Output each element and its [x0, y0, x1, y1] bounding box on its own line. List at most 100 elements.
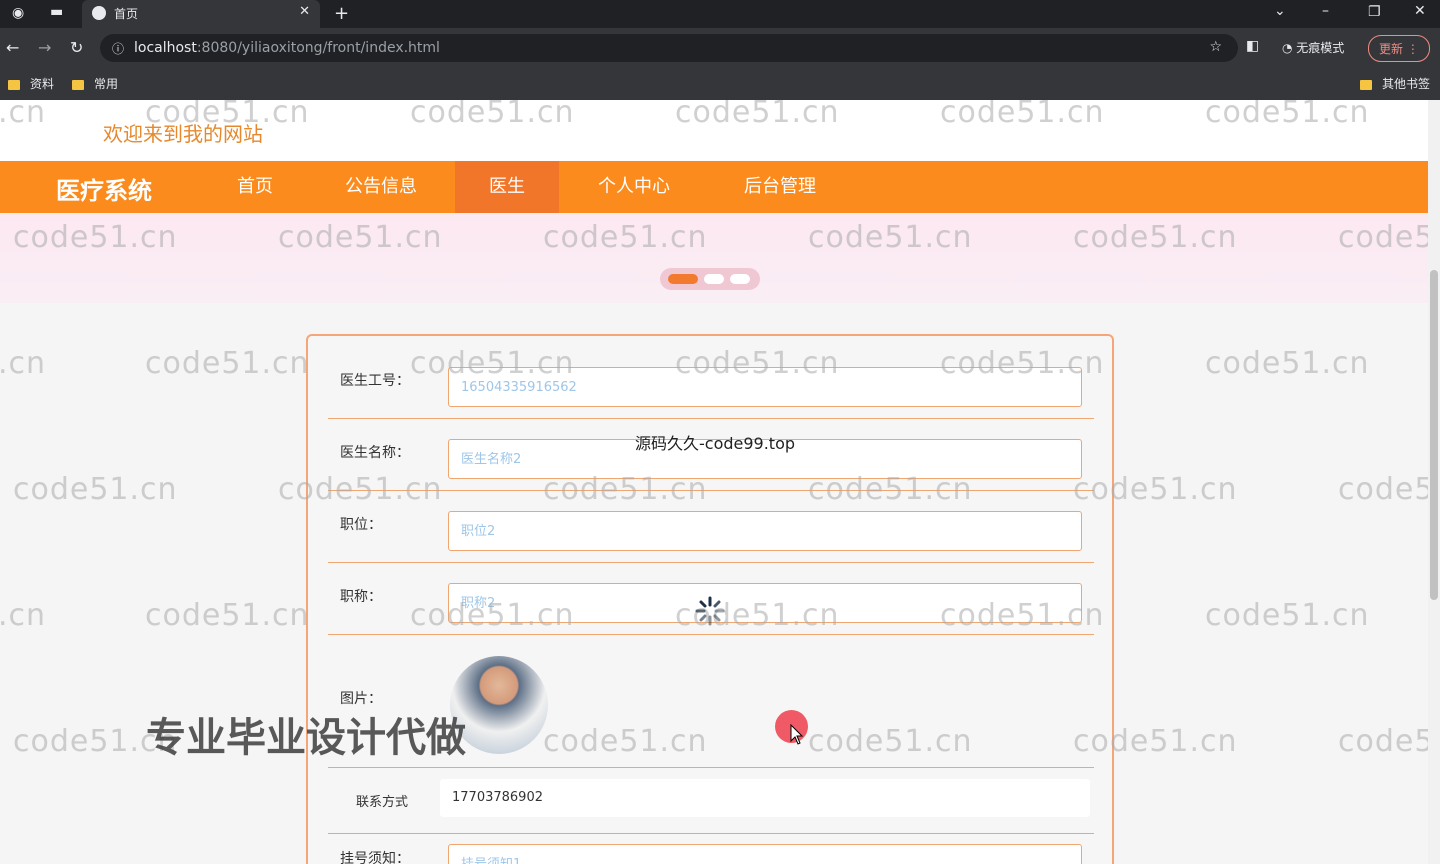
scrollbar-thumb[interactable] — [1430, 270, 1438, 600]
watermark: code51.cn — [808, 724, 973, 759]
divider — [328, 767, 1094, 768]
watermark: code51.cn — [1205, 100, 1370, 130]
field-label-doctor-name: 医生名称： — [340, 445, 410, 461]
nav-item-admin[interactable]: 后台管理 — [709, 161, 851, 213]
watermark: code5 — [1338, 472, 1428, 507]
watermark: code5 — [1338, 724, 1428, 759]
watermark: .cn — [0, 100, 47, 130]
divider — [328, 418, 1094, 419]
watermark: code51.cn — [278, 472, 443, 507]
watermark: code51.cn — [145, 100, 310, 130]
reload-icon[interactable]: ↻ — [70, 38, 83, 57]
field-label-title: 职称： — [340, 589, 382, 605]
update-button[interactable]: 更新 ⋮ — [1368, 35, 1430, 62]
globe-icon[interactable]: ◉ — [12, 5, 24, 21]
tab-title: 首页 — [114, 7, 139, 21]
contact-field[interactable]: 17703786902 — [440, 779, 1090, 817]
watermark: code51.cn — [675, 346, 840, 381]
watermark: code51.cn — [410, 346, 575, 381]
watermark: code51.cn — [1073, 220, 1238, 255]
watermark: code51.cn — [543, 472, 708, 507]
mouse-cursor-icon — [790, 724, 804, 745]
update-label: 更新 — [1379, 42, 1404, 56]
carousel-dot[interactable] — [704, 274, 724, 284]
promo-watermark-text: 专业毕业设计代做 — [146, 715, 466, 761]
watermark: code51.cn — [278, 220, 443, 255]
watermark: code51.cn — [543, 724, 708, 759]
nav-item-home[interactable]: 首页 — [204, 161, 306, 213]
watermark: code51.cn — [543, 220, 708, 255]
watermark: .cn — [0, 598, 47, 633]
nav-item-profile[interactable]: 个人中心 — [563, 161, 705, 213]
source-watermark-text: 源码久久-code99.top — [635, 434, 796, 453]
star-icon[interactable]: ☆ — [1209, 39, 1222, 55]
url-path: :8080/yiliaoxitong/front/index.html — [196, 40, 440, 56]
watermark: code51.cn — [808, 220, 973, 255]
watermark: code51.cn — [1073, 472, 1238, 507]
url-input[interactable]: ⓘ localhost:8080/yiliaoxitong/front/inde… — [100, 34, 1238, 62]
folder-icon — [72, 79, 84, 90]
other-bookmarks[interactable]: 其他书签 — [1360, 75, 1430, 92]
tab-search-icon[interactable]: ▬ — [50, 4, 63, 20]
forward-icon[interactable]: → — [38, 38, 51, 57]
carousel-dot-active[interactable] — [668, 274, 698, 284]
watermark: code51.cn — [940, 346, 1105, 381]
watermark: code5 — [1338, 220, 1428, 255]
incognito-badge[interactable]: ◔ 无痕模式 — [1272, 35, 1354, 60]
window-close-icon[interactable]: ✕ — [1414, 3, 1426, 19]
nav-item-notices[interactable]: 公告信息 — [310, 161, 452, 213]
page-viewport: 欢迎来到我的网站 医疗系统 首页 公告信息 医生 个人中心 后台管理 医生工号：… — [0, 100, 1428, 864]
watermark: .cn — [0, 346, 47, 381]
watermark: code51.cn — [145, 598, 310, 633]
other-bookmarks-label: 其他书签 — [1382, 77, 1431, 91]
watermark: code51.cn — [1205, 598, 1370, 633]
loading-spinner-icon — [695, 596, 725, 626]
field-label-notice: 挂号须知： — [340, 851, 410, 864]
restore-icon[interactable]: ❐ — [1368, 4, 1381, 20]
field-label-contact: 联系方式 — [356, 795, 409, 810]
divider — [328, 634, 1094, 635]
watermark: code51.cn — [808, 472, 973, 507]
folder-icon — [8, 79, 20, 90]
browser-tab-strip: ◉ ▬ 首页 ✕ + ⌄ – ❐ ✕ — [0, 0, 1440, 28]
watermark: code51.cn — [13, 220, 178, 255]
field-label-doctor-id: 医生工号： — [340, 373, 410, 389]
tab-favicon-icon — [92, 6, 106, 20]
bookmark-folder[interactable]: 资料 — [8, 75, 54, 92]
bookmarks-bar: 资料 常用 其他书签 — [0, 68, 1440, 100]
bookmark-label: 常用 — [94, 77, 119, 91]
divider — [328, 833, 1094, 834]
position-field[interactable]: 职位2 — [448, 511, 1082, 551]
watermark: code51.cn — [675, 100, 840, 130]
watermark: code51.cn — [410, 598, 575, 633]
back-icon[interactable]: ← — [6, 38, 19, 57]
close-icon[interactable]: ✕ — [299, 4, 310, 19]
carousel-indicators — [660, 268, 760, 290]
url-host: localhost — [134, 40, 197, 56]
divider — [328, 562, 1094, 563]
watermark: code51.cn — [940, 100, 1105, 130]
watermark: code51.cn — [1073, 724, 1238, 759]
side-panel-icon[interactable]: ◧ — [1246, 38, 1259, 54]
url-text: localhost:8080/yiliaoxitong/front/index.… — [134, 40, 440, 56]
scrollbar[interactable] — [1428, 100, 1440, 864]
watermark: code51.cn — [1205, 346, 1370, 381]
watermark: code51.cn — [940, 598, 1105, 633]
carousel-dot[interactable] — [730, 274, 750, 284]
nav-item-doctors[interactable]: 医生 — [455, 161, 559, 213]
new-tab-icon[interactable]: + — [334, 3, 349, 24]
chevron-down-icon[interactable]: ⌄ — [1274, 3, 1286, 19]
watermark: code51.cn — [145, 346, 310, 381]
address-toolbar: ← → ↻ ⓘ localhost:8080/yiliaoxitong/fron… — [0, 28, 1440, 68]
bookmark-folder[interactable]: 常用 — [72, 75, 118, 92]
info-icon[interactable]: ⓘ — [112, 40, 124, 57]
notice-field[interactable]: 挂号须知1 — [448, 844, 1082, 864]
main-nav: 医疗系统 首页 公告信息 医生 个人中心 后台管理 — [0, 161, 1428, 213]
field-label-position: 职位： — [340, 517, 382, 533]
browser-tab[interactable]: 首页 ✕ — [82, 0, 320, 28]
minimize-icon[interactable]: – — [1322, 3, 1329, 19]
watermark: code51.cn — [13, 472, 178, 507]
bookmark-label: 资料 — [30, 77, 55, 91]
site-brand: 医疗系统 — [56, 177, 152, 205]
folder-icon — [1360, 79, 1372, 90]
